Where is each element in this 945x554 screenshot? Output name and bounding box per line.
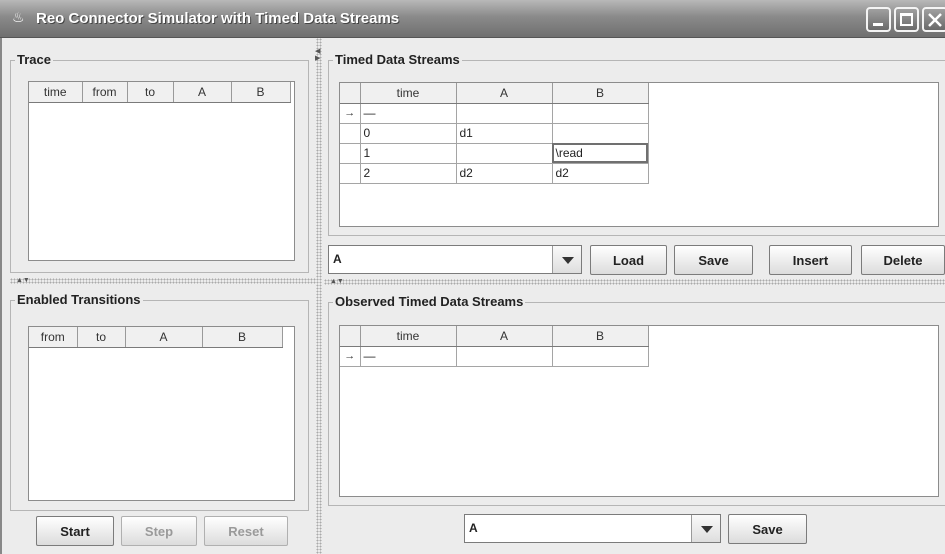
cell-a[interactable] bbox=[456, 143, 553, 164]
observed-col-time[interactable]: time bbox=[360, 326, 457, 347]
insert-button[interactable]: Insert bbox=[769, 245, 852, 275]
cell-a[interactable]: d2 bbox=[456, 163, 553, 184]
streams-col-marker bbox=[340, 83, 361, 104]
timed-data-streams-table[interactable]: time A B → — 0 d1 1 \read 2 d2 d2 bbox=[339, 82, 939, 227]
enabled-col-a[interactable]: A bbox=[125, 327, 203, 348]
maximize-icon bbox=[900, 13, 913, 26]
enabled-col-from[interactable]: from bbox=[29, 327, 78, 348]
row-marker bbox=[340, 143, 361, 164]
maximize-button[interactable] bbox=[894, 7, 919, 32]
table-row[interactable]: 2 d2 d2 bbox=[340, 163, 649, 184]
right-splitter-arrows-icon[interactable]: ▲▼ bbox=[330, 278, 344, 285]
save-observed-button[interactable]: Save bbox=[728, 514, 807, 544]
trace-col-b[interactable]: B bbox=[231, 82, 291, 103]
title-bar: ♨ Reo Connector Simulator with Timed Dat… bbox=[0, 0, 945, 38]
cell-time[interactable]: 1 bbox=[360, 143, 457, 164]
load-button[interactable]: Load bbox=[590, 245, 667, 275]
table-row[interactable]: → — bbox=[340, 103, 649, 124]
reset-button[interactable]: Reset bbox=[204, 516, 288, 546]
cell-time[interactable]: — bbox=[360, 346, 457, 367]
current-row-arrow-icon: → bbox=[340, 103, 361, 124]
table-row[interactable]: 0 d1 bbox=[340, 123, 649, 144]
chevron-down-icon[interactable] bbox=[552, 246, 581, 273]
enabled-transitions-table[interactable]: from to A B bbox=[28, 326, 295, 501]
right-splitter[interactable] bbox=[324, 279, 945, 285]
enabled-transitions-title: Enabled Transitions bbox=[15, 292, 143, 307]
streams-grid[interactable]: time A B → — 0 d1 1 \read 2 d2 d2 bbox=[340, 83, 649, 184]
streams-col-time[interactable]: time bbox=[360, 83, 457, 104]
chevron-down-icon[interactable] bbox=[691, 515, 720, 542]
row-marker bbox=[340, 163, 361, 184]
main-frame: Trace time from to A B ▲▼ Enabled Transi… bbox=[0, 38, 945, 554]
trace-title: Trace bbox=[15, 52, 53, 67]
observed-port-select[interactable]: A bbox=[464, 514, 721, 543]
enabled-transitions-panel: Enabled Transitions from to A B bbox=[10, 292, 309, 511]
current-row-arrow-icon: → bbox=[340, 346, 361, 367]
observed-streams-panel: Observed Timed Data Streams time A B → — bbox=[328, 294, 945, 506]
cell-time[interactable]: 0 bbox=[360, 123, 457, 144]
enabled-col-b[interactable]: B bbox=[202, 327, 283, 348]
trace-col-from[interactable]: from bbox=[82, 82, 128, 103]
streams-col-a[interactable]: A bbox=[456, 83, 553, 104]
trace-col-time[interactable]: time bbox=[29, 82, 83, 103]
left-splitter-arrows-icon[interactable]: ▲▼ bbox=[16, 277, 30, 284]
cell-time[interactable]: — bbox=[360, 103, 457, 124]
delete-button[interactable]: Delete bbox=[861, 245, 945, 275]
table-row[interactable]: → — bbox=[340, 346, 649, 367]
streams-col-b[interactable]: B bbox=[552, 83, 649, 104]
trace-col-a[interactable]: A bbox=[173, 82, 232, 103]
close-button[interactable] bbox=[922, 7, 945, 32]
trace-col-to[interactable]: to bbox=[127, 82, 174, 103]
observed-grid[interactable]: time A B → — bbox=[340, 326, 649, 367]
observed-port-value: A bbox=[469, 521, 478, 535]
observed-col-b[interactable]: B bbox=[552, 326, 649, 347]
trace-table[interactable]: time from to A B bbox=[28, 81, 295, 261]
cell-b[interactable] bbox=[552, 346, 649, 367]
vertical-splitter[interactable] bbox=[316, 38, 322, 554]
timed-data-streams-title: Timed Data Streams bbox=[333, 52, 462, 67]
save-streams-button[interactable]: Save bbox=[674, 245, 753, 275]
close-icon bbox=[928, 13, 942, 27]
window-title: Reo Connector Simulator with Timed Data … bbox=[36, 10, 400, 27]
cell-a[interactable]: d1 bbox=[456, 123, 553, 144]
cell-b[interactable]: d2 bbox=[552, 163, 649, 184]
observed-streams-title: Observed Timed Data Streams bbox=[333, 294, 526, 309]
cell-time[interactable]: 2 bbox=[360, 163, 457, 184]
cell-a[interactable] bbox=[456, 103, 553, 124]
cell-b-selected[interactable]: \read bbox=[552, 143, 649, 164]
stream-port-select[interactable]: A bbox=[328, 245, 582, 274]
start-button[interactable]: Start bbox=[36, 516, 114, 546]
left-splitter[interactable] bbox=[10, 278, 316, 284]
enabled-col-to[interactable]: to bbox=[77, 327, 126, 348]
cell-a[interactable] bbox=[456, 346, 553, 367]
minimize-button[interactable] bbox=[866, 7, 891, 32]
table-row[interactable]: 1 \read bbox=[340, 143, 649, 164]
cell-b[interactable] bbox=[552, 103, 649, 124]
step-button[interactable]: Step bbox=[121, 516, 197, 546]
java-cup-icon: ♨ bbox=[12, 9, 25, 25]
trace-panel: Trace time from to A B bbox=[10, 52, 309, 273]
minimize-icon bbox=[873, 23, 883, 26]
timed-data-streams-panel: Timed Data Streams time A B → — 0 d1 1 \… bbox=[328, 52, 945, 236]
observed-streams-table[interactable]: time A B → — bbox=[339, 325, 939, 497]
vertical-splitter-arrows-icon[interactable]: ◀ ▶ bbox=[315, 48, 320, 62]
observed-col-a[interactable]: A bbox=[456, 326, 553, 347]
cell-b[interactable] bbox=[552, 123, 649, 144]
row-marker bbox=[340, 123, 361, 144]
observed-col-marker bbox=[340, 326, 361, 347]
stream-port-value: A bbox=[333, 252, 342, 266]
